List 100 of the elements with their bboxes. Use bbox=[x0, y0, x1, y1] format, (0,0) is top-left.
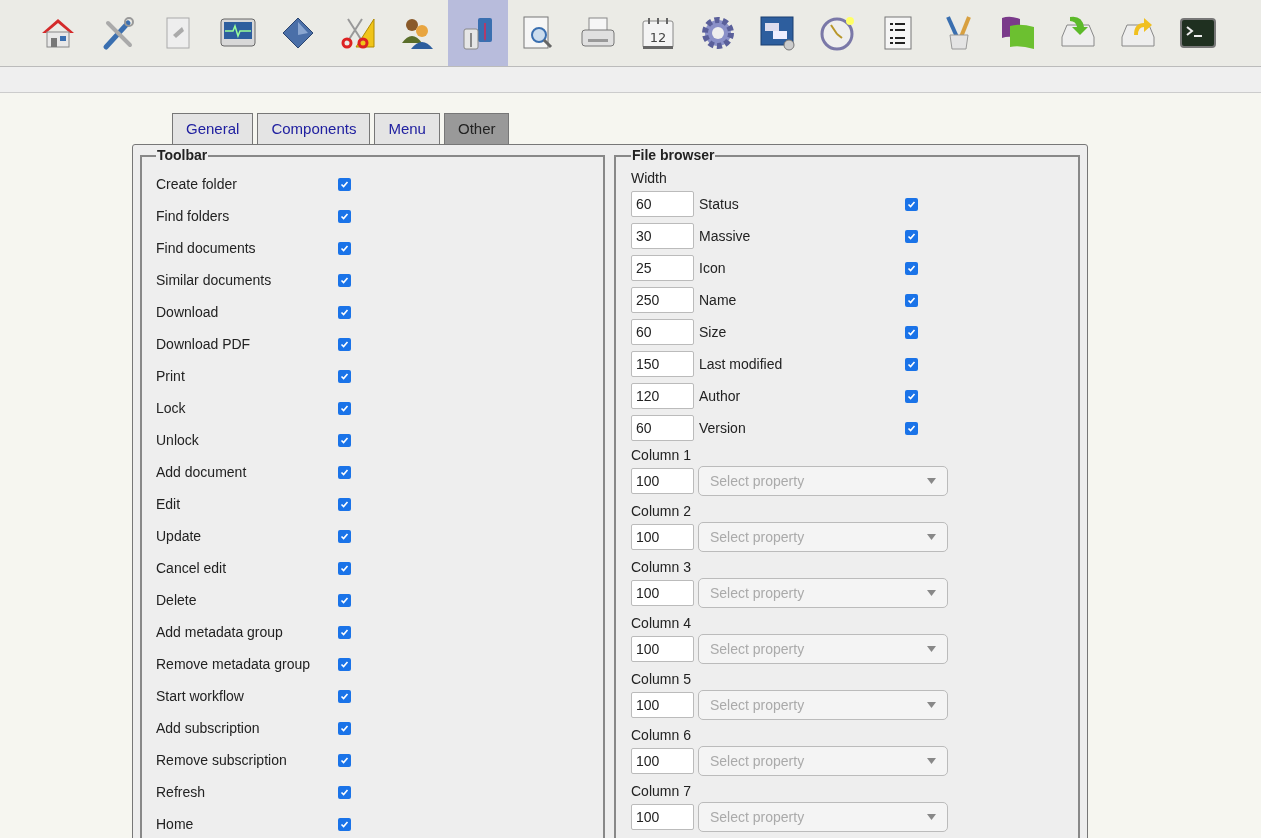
checkmark-icon bbox=[340, 243, 349, 253]
width-input[interactable]: 100 bbox=[631, 636, 694, 662]
caret-icon bbox=[927, 814, 936, 820]
checkbox[interactable] bbox=[338, 657, 351, 671]
column-label: Massive bbox=[699, 226, 752, 246]
checkmark-icon bbox=[907, 359, 916, 369]
checkmark-icon bbox=[907, 391, 916, 401]
width-input[interactable]: 25 bbox=[631, 255, 694, 281]
column-label: Column 4 bbox=[631, 614, 692, 633]
width-input[interactable]: 60 bbox=[631, 415, 694, 441]
checkbox[interactable] bbox=[338, 561, 351, 575]
checkbox[interactable] bbox=[338, 305, 351, 319]
checkbox[interactable] bbox=[905, 357, 918, 371]
option-label: Similar documents bbox=[156, 270, 273, 290]
checkmark-icon bbox=[340, 691, 349, 701]
checkbox[interactable] bbox=[338, 753, 351, 767]
checkbox[interactable] bbox=[338, 593, 351, 607]
checkmark-icon bbox=[907, 231, 916, 241]
checkbox[interactable] bbox=[905, 389, 918, 403]
option-label: Add document bbox=[156, 462, 248, 482]
checkbox[interactable] bbox=[338, 241, 351, 255]
option-label: Lock bbox=[156, 398, 187, 418]
checkbox[interactable] bbox=[338, 401, 351, 415]
width-input[interactable]: 60 bbox=[631, 191, 694, 217]
option-label: Home bbox=[156, 814, 195, 834]
checkmark-icon bbox=[340, 435, 349, 445]
option-label: Start workflow bbox=[156, 686, 245, 706]
width-input[interactable]: 150 bbox=[631, 351, 694, 377]
option-label: Print bbox=[156, 366, 186, 386]
checkbox[interactable] bbox=[338, 497, 351, 511]
group-title: Toolbar bbox=[156, 146, 209, 165]
option-label: Add metadata group bbox=[156, 622, 284, 642]
width-input[interactable]: 60 bbox=[631, 319, 694, 345]
checkbox[interactable] bbox=[338, 529, 351, 543]
caret-icon bbox=[927, 758, 936, 764]
checkbox[interactable] bbox=[338, 689, 351, 703]
option-label: Remove subscription bbox=[156, 750, 288, 770]
width-input[interactable]: 100 bbox=[631, 524, 694, 550]
checkbox[interactable] bbox=[905, 325, 918, 339]
checkbox[interactable] bbox=[338, 721, 351, 735]
tab[interactable]: Menu bbox=[374, 113, 440, 144]
checkbox[interactable] bbox=[338, 785, 351, 799]
checkbox[interactable] bbox=[338, 369, 351, 383]
checkbox[interactable] bbox=[905, 421, 918, 435]
checkmark-icon bbox=[340, 659, 349, 669]
caret-icon bbox=[927, 646, 936, 652]
option-label: Unlock bbox=[156, 430, 200, 450]
column-label: Version bbox=[699, 418, 747, 438]
checkbox[interactable] bbox=[338, 209, 351, 223]
column-label: Column 3 bbox=[631, 558, 692, 577]
checkbox[interactable] bbox=[338, 625, 351, 639]
column-label: Column 5 bbox=[631, 670, 692, 689]
checkbox[interactable] bbox=[338, 337, 351, 351]
checkmark-icon bbox=[907, 295, 916, 305]
option-label: Delete bbox=[156, 590, 198, 610]
width-input[interactable]: 250 bbox=[631, 287, 694, 313]
checkmark-icon bbox=[340, 787, 349, 797]
option-label: Download bbox=[156, 302, 220, 322]
column-label: Name bbox=[699, 290, 738, 310]
checkbox[interactable] bbox=[338, 465, 351, 479]
column-label: Column 6 bbox=[631, 726, 692, 745]
toolbar-button[interactable]: 12 bbox=[628, 0, 688, 66]
width-input[interactable]: 100 bbox=[631, 692, 694, 718]
tab[interactable]: General bbox=[172, 113, 254, 144]
checkbox[interactable] bbox=[905, 293, 918, 307]
width-input[interactable]: 30 bbox=[631, 223, 694, 249]
tab[interactable]: Components bbox=[257, 113, 371, 144]
caret-icon bbox=[927, 478, 936, 484]
width-input[interactable]: 120 bbox=[631, 383, 694, 409]
checkmark-icon bbox=[340, 211, 349, 221]
caret-icon bbox=[927, 590, 936, 596]
width-input[interactable]: 100 bbox=[631, 804, 694, 830]
option-label: Download PDF bbox=[156, 334, 252, 354]
column-label: Icon bbox=[699, 258, 727, 278]
checkmark-icon bbox=[340, 371, 349, 381]
checkmark-icon bbox=[340, 563, 349, 573]
checkbox[interactable] bbox=[338, 433, 351, 447]
checkbox[interactable] bbox=[338, 177, 351, 191]
checkbox[interactable] bbox=[338, 817, 351, 831]
column-label: Column 2 bbox=[631, 502, 692, 521]
column-label: Status bbox=[699, 194, 740, 214]
width-input[interactable]: 100 bbox=[631, 468, 694, 494]
checkbox[interactable] bbox=[905, 261, 918, 275]
windows-icon bbox=[758, 13, 798, 53]
option-label: Cancel edit bbox=[156, 558, 228, 578]
checkmark-icon bbox=[340, 755, 349, 765]
group-title: File browser bbox=[631, 146, 716, 165]
width-input[interactable]: 100 bbox=[631, 580, 694, 606]
checkmark-icon bbox=[907, 327, 916, 337]
column-label: Last modified bbox=[699, 354, 784, 374]
option-label: Find documents bbox=[156, 238, 257, 258]
checkbox[interactable] bbox=[338, 273, 351, 287]
width-input[interactable]: 100 bbox=[631, 748, 694, 774]
option-label: Refresh bbox=[156, 782, 207, 802]
checkbox[interactable] bbox=[905, 229, 918, 243]
checkmark-icon bbox=[340, 819, 349, 829]
checkbox[interactable] bbox=[905, 197, 918, 211]
tab[interactable]: Other bbox=[443, 113, 510, 144]
checkmark-icon bbox=[340, 275, 349, 285]
checkmark-icon bbox=[340, 531, 349, 541]
